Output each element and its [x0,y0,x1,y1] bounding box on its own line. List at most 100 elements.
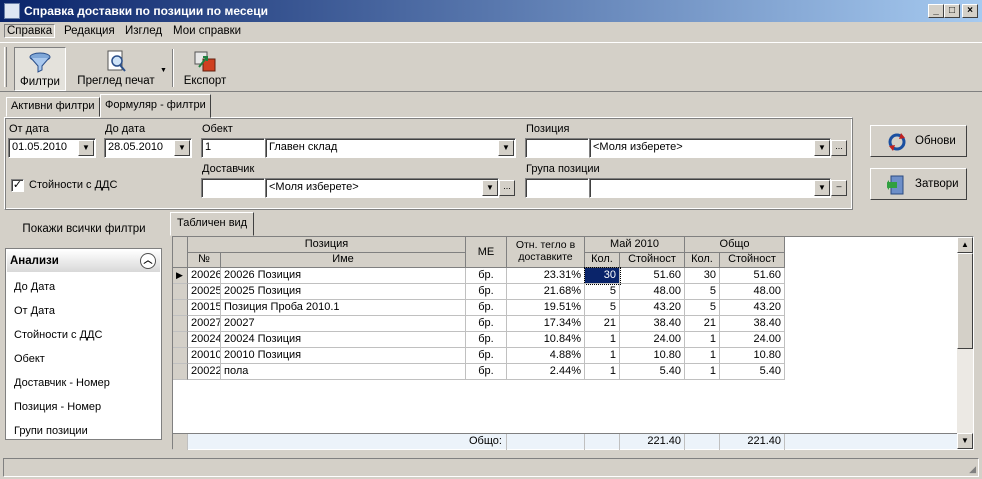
cell-weight[interactable]: 17.34% [507,316,585,332]
row-selector[interactable] [173,348,188,364]
supplier-browse-button[interactable]: ... [499,180,515,196]
group-clear-button[interactable]: – [831,180,847,196]
cell-weight[interactable]: 10.84% [507,332,585,348]
cell-tqty[interactable]: 30 [685,268,720,284]
cell-name[interactable]: 20026 Позиция [221,268,466,284]
scroll-thumb[interactable] [957,253,973,349]
cell-name[interactable]: пола [221,364,466,380]
row-selector[interactable]: ▶ [173,268,188,284]
position-browse-button[interactable]: ... [831,140,847,156]
cell-qty[interactable]: 5 [585,284,620,300]
sidebar-item-vat[interactable]: Стойности с ДДС [14,329,102,341]
cell-unit[interactable]: бр. [466,268,507,284]
cell-unit[interactable]: бр. [466,284,507,300]
cell-tvalue[interactable]: 10.80 [720,348,785,364]
analysis-header[interactable]: Анализи ︿ [7,250,160,272]
cell-qty[interactable]: 5 [585,300,620,316]
vat-label[interactable]: Стойности с ДДС [29,179,117,191]
sidebar-item-position[interactable]: Позиция - Номер [14,401,101,413]
menu-view[interactable]: Изглед [125,25,162,37]
print-preview-button[interactable]: Преглед печат [76,47,156,91]
cell-name[interactable]: 20024 Позиция [221,332,466,348]
menu-edit[interactable]: Редакция [64,25,115,37]
resize-grip-icon[interactable]: ◢ [969,464,976,475]
cell-tvalue[interactable]: 51.60 [720,268,785,284]
object-code-field[interactable]: 1 [201,138,265,158]
sidebar-item-groups[interactable]: Групи позиции [14,425,88,437]
maximize-button[interactable]: □ [944,4,960,18]
object-dropdown[interactable]: ▼ [498,140,514,156]
cell-unit[interactable]: бр. [466,364,507,380]
cell-value[interactable]: 48.00 [620,284,685,300]
cell-weight[interactable]: 21.68% [507,284,585,300]
vat-checkbox[interactable]: ✓ [11,179,24,192]
group-name-field[interactable] [589,178,831,198]
cell-unit[interactable]: бр. [466,300,507,316]
cell-name[interactable]: Позиция Проба 2010.1 [221,300,466,316]
cell-no[interactable]: 20010 [188,348,221,364]
cell-tqty[interactable]: 1 [685,348,720,364]
refresh-button[interactable]: Обнови [870,125,967,157]
cell-no[interactable]: 20025 [188,284,221,300]
cell-weight[interactable]: 19.51% [507,300,585,316]
cell-qty[interactable]: 21 [585,316,620,332]
cell-name[interactable]: 20025 Позиция [221,284,466,300]
group-dropdown[interactable]: ▼ [814,180,830,196]
cell-tqty[interactable]: 5 [685,284,720,300]
group-code-field[interactable] [525,178,589,198]
row-selector[interactable] [173,300,188,316]
object-name-field[interactable]: Главен склад [265,138,516,158]
row-selector[interactable] [173,284,188,300]
cell-unit[interactable]: бр. [466,316,507,332]
supplier-name-field[interactable]: <Моля изберете> [265,178,499,198]
dropdown-arrow-icon[interactable]: ▼ [160,67,167,74]
cell-value[interactable]: 38.40 [620,316,685,332]
cell-qty[interactable]: 30 [584,267,621,285]
menu-my-reports[interactable]: Мои справки [173,25,241,37]
cell-value[interactable]: 24.00 [620,332,685,348]
cell-value[interactable]: 51.60 [620,268,685,284]
tab-table-view[interactable]: Табличен вид [170,212,255,236]
filters-button[interactable]: Филтри [14,47,66,91]
cell-tvalue[interactable]: 5.40 [720,364,785,380]
cell-tvalue[interactable]: 38.40 [720,316,785,332]
cell-tvalue[interactable]: 24.00 [720,332,785,348]
row-selector[interactable] [173,332,188,348]
export-button[interactable]: Експорт [180,47,230,91]
cell-value[interactable]: 43.20 [620,300,685,316]
cell-no[interactable]: 20022 [188,364,221,380]
collapse-icon[interactable]: ︿ [140,253,156,269]
data-grid[interactable]: Позиция МЕ Отн. тегло в доставките Май 2… [172,236,974,450]
from-date-dropdown[interactable]: ▼ [78,140,94,156]
cell-value[interactable]: 5.40 [620,364,685,380]
cell-tqty[interactable]: 1 [685,364,720,380]
sidebar-item-to-date[interactable]: До Дата [14,281,55,293]
minimize-button[interactable]: _ [928,4,944,18]
cell-name[interactable]: 20027 [221,316,466,332]
vertical-scrollbar[interactable]: ▲ ▼ [957,237,973,449]
sidebar-item-from-date[interactable]: От Дата [14,305,55,317]
cell-no[interactable]: 20024 [188,332,221,348]
cell-qty[interactable]: 1 [585,332,620,348]
cell-tqty[interactable]: 5 [685,300,720,316]
cell-unit[interactable]: бр. [466,332,507,348]
close-button[interactable]: Затвори [870,168,967,200]
cell-no[interactable]: 20015 [188,300,221,316]
scroll-down-arrow[interactable]: ▼ [957,433,973,449]
row-selector[interactable] [173,364,188,380]
close-window-button[interactable]: × [962,4,978,18]
cell-weight[interactable]: 23.31% [507,268,585,284]
cell-tqty[interactable]: 21 [685,316,720,332]
position-dropdown[interactable]: ▼ [814,140,830,156]
supplier-dropdown[interactable]: ▼ [482,180,498,196]
cell-weight[interactable]: 4.88% [507,348,585,364]
cell-qty[interactable]: 1 [585,364,620,380]
show-all-filters-button[interactable]: Покажи всички филтри [4,214,164,244]
cell-qty[interactable]: 1 [585,348,620,364]
cell-no[interactable]: 20026 [188,268,221,284]
supplier-code-field[interactable] [201,178,265,198]
cell-unit[interactable]: бр. [466,348,507,364]
cell-tvalue[interactable]: 48.00 [720,284,785,300]
scroll-up-arrow[interactable]: ▲ [957,237,973,253]
cell-no[interactable]: 20027 [188,316,221,332]
